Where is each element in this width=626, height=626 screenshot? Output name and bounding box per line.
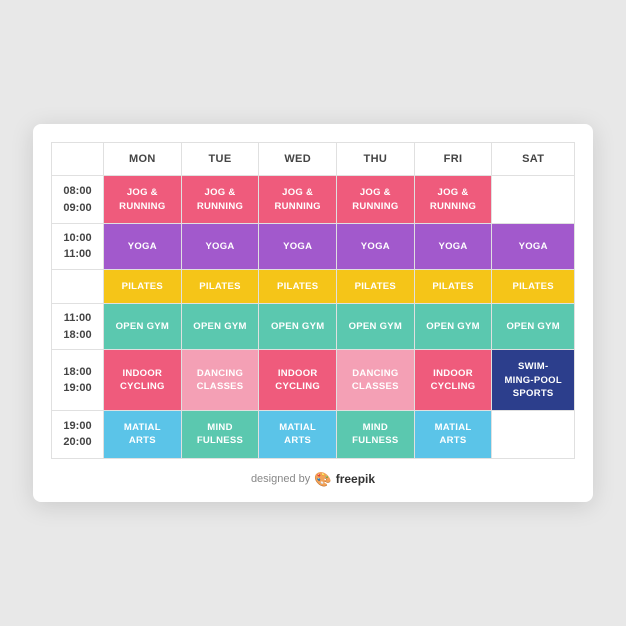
table-row: 11:00 18:00OPEN GYMOPEN GYMOPEN GYMOPEN … xyxy=(52,304,575,350)
class-cell-3-0: OPEN GYM xyxy=(104,304,182,350)
time-cell-1: 10:00 11:00 xyxy=(52,223,104,269)
table-row: PILATESPILATESPILATESPILATESPILATESPILAT… xyxy=(52,269,575,303)
time-cell-4: 18:00 19:00 xyxy=(52,350,104,411)
table-row: 18:00 19:00INDOOR CYCLINGDANCING CLASSES… xyxy=(52,350,575,411)
time-cell-2 xyxy=(52,269,104,303)
class-cell-5-3: MIND FULNESS xyxy=(337,411,415,459)
time-cell-5: 19:00 20:00 xyxy=(52,411,104,459)
class-cell-1-0: YOGA xyxy=(104,223,182,269)
class-cell-0-1: JOG & RUNNING xyxy=(181,176,259,224)
schedule-card: MONTUEWEDTHUFRISAT 08:00 09:00JOG & RUNN… xyxy=(33,124,593,501)
header-wed: WED xyxy=(259,143,337,176)
class-cell-2-3: PILATES xyxy=(337,269,415,303)
header-tue: TUE xyxy=(181,143,259,176)
brand-name: freepik xyxy=(336,472,375,486)
class-cell-0-3: JOG & RUNNING xyxy=(337,176,415,224)
header-fri: FRI xyxy=(414,143,492,176)
class-cell-2-2: PILATES xyxy=(259,269,337,303)
time-cell-0: 08:00 09:00 xyxy=(52,176,104,224)
class-cell-3-1: OPEN GYM xyxy=(181,304,259,350)
class-cell-4-1: DANCING CLASSES xyxy=(181,350,259,411)
table-row: 10:00 11:00YOGAYOGAYOGAYOGAYOGAYOGA xyxy=(52,223,575,269)
class-cell-0-5-empty xyxy=(492,176,575,224)
header-sat: SAT xyxy=(492,143,575,176)
class-cell-2-1: PILATES xyxy=(181,269,259,303)
class-cell-0-0: JOG & RUNNING xyxy=(104,176,182,224)
class-cell-5-5-empty xyxy=(492,411,575,459)
header-thu: THU xyxy=(337,143,415,176)
class-cell-4-2: INDOOR CYCLING xyxy=(259,350,337,411)
class-cell-5-1: MIND FULNESS xyxy=(181,411,259,459)
class-cell-4-0: INDOOR CYCLING xyxy=(104,350,182,411)
class-cell-5-2: MATIAL ARTS xyxy=(259,411,337,459)
class-cell-4-4: INDOOR CYCLING xyxy=(414,350,492,411)
class-cell-5-0: MATIAL ARTS xyxy=(104,411,182,459)
class-cell-1-3: YOGA xyxy=(337,223,415,269)
footer-text: designed by xyxy=(251,473,310,485)
table-row: 19:00 20:00MATIAL ARTSMIND FULNESSMATIAL… xyxy=(52,411,575,459)
class-cell-3-3: OPEN GYM xyxy=(337,304,415,350)
class-cell-3-2: OPEN GYM xyxy=(259,304,337,350)
class-cell-2-0: PILATES xyxy=(104,269,182,303)
class-cell-2-5: PILATES xyxy=(492,269,575,303)
class-cell-4-5: SWIM- MING-POOL SPORTS xyxy=(492,350,575,411)
class-cell-1-1: YOGA xyxy=(181,223,259,269)
class-cell-5-4: MATIAL ARTS xyxy=(414,411,492,459)
time-cell-3: 11:00 18:00 xyxy=(52,304,104,350)
class-cell-4-3: DANCING CLASSES xyxy=(337,350,415,411)
class-cell-0-2: JOG & RUNNING xyxy=(259,176,337,224)
freepik-icon: 🎨 xyxy=(314,471,331,488)
class-cell-1-5: YOGA xyxy=(492,223,575,269)
footer: designed by 🎨 freepik xyxy=(51,471,575,488)
class-cell-3-5: OPEN GYM xyxy=(492,304,575,350)
table-row: 08:00 09:00JOG & RUNNINGJOG & RUNNINGJOG… xyxy=(52,176,575,224)
schedule-table: MONTUEWEDTHUFRISAT 08:00 09:00JOG & RUNN… xyxy=(51,142,575,458)
class-cell-2-4: PILATES xyxy=(414,269,492,303)
class-cell-0-4: JOG & RUNNING xyxy=(414,176,492,224)
header-empty xyxy=(52,143,104,176)
class-cell-1-4: YOGA xyxy=(414,223,492,269)
header-mon: MON xyxy=(104,143,182,176)
class-cell-3-4: OPEN GYM xyxy=(414,304,492,350)
class-cell-1-2: YOGA xyxy=(259,223,337,269)
